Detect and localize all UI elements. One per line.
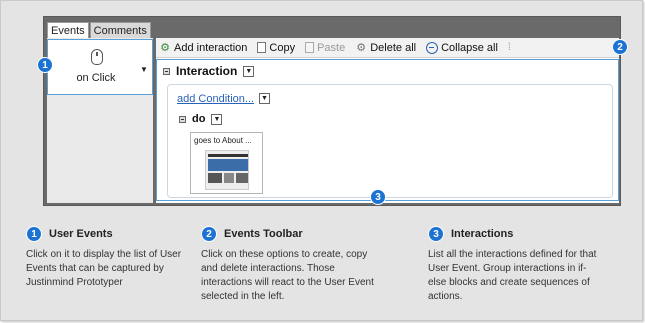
badge-3: 3: [370, 189, 386, 205]
legend-user-events: 1 User Events Click on it to display the…: [26, 226, 181, 290]
legend-desc: Click on these options to create, copy a…: [201, 249, 374, 302]
add-interaction-button[interactable]: ⚙ Add interaction: [159, 42, 247, 54]
interactions-panel: ⚙ Add interaction Copy Paste ⚙ Delete al…: [156, 38, 619, 203]
delete-all-label: Delete all: [370, 41, 417, 54]
collapse-icon: [426, 41, 439, 54]
legend-title: User Events: [49, 228, 113, 240]
action-text: goes to About ...: [194, 136, 252, 145]
copy-button[interactable]: Copy: [257, 42, 295, 54]
do-dropdown-icon[interactable]: ▼: [211, 113, 223, 125]
add-condition-link[interactable]: add Condition...: [177, 93, 254, 105]
events-list-panel: on Click ▼: [47, 38, 153, 203]
interaction-title: Interaction: [176, 64, 238, 78]
delete-all-button[interactable]: ⚙ Delete all: [355, 42, 416, 54]
screen-thumbnail: [205, 150, 249, 190]
badge-1: 1: [37, 57, 53, 73]
interaction-header: Interaction ▼: [163, 64, 255, 78]
events-panel-window: Events Comments on Click ▼ ⚙ Add interac…: [43, 16, 621, 206]
event-label: on Click: [76, 72, 116, 84]
panel-tabs: Events Comments: [47, 22, 152, 39]
copy-icon: [257, 42, 267, 53]
collapse-all-button[interactable]: Collapse all: [426, 41, 498, 54]
add-interaction-label: Add interaction: [174, 41, 248, 54]
toolbar-grip-icon[interactable]: ⁞: [508, 42, 511, 53]
paste-icon: [305, 42, 315, 53]
legend-interactions: 3 Interactions List all the interactions…: [428, 226, 596, 304]
do-collapse-toggle-icon[interactable]: [179, 115, 186, 123]
mouse-icon: [91, 49, 103, 65]
collapse-toggle-icon[interactable]: [163, 67, 170, 75]
condition-dropdown-icon[interactable]: ▼: [259, 93, 270, 104]
paste-button[interactable]: Paste: [305, 42, 345, 54]
legend-badge: 1: [26, 226, 42, 242]
legend-badge: 3: [428, 226, 444, 242]
interaction-area: Interaction ▼ add Condition... ▼ do ▼ go…: [156, 59, 619, 201]
copy-label: Copy: [269, 41, 296, 54]
do-block-header: do ▼: [179, 113, 223, 125]
tutorial-sheet: Events Comments on Click ▼ ⚙ Add interac…: [0, 0, 643, 321]
legend-title: Events Toolbar: [224, 228, 303, 240]
legend-title: Interactions: [451, 228, 514, 240]
collapse-all-label: Collapse all: [441, 41, 498, 54]
gear-add-icon: ⚙: [160, 41, 170, 54]
interaction-dropdown-icon[interactable]: ▼: [243, 65, 255, 77]
tab-comments[interactable]: Comments: [89, 22, 151, 39]
gear-delete-icon: ⚙: [356, 41, 367, 54]
events-toolbar: ⚙ Add interaction Copy Paste ⚙ Delete al…: [156, 38, 619, 58]
tab-events[interactable]: Events: [47, 22, 89, 39]
legend-desc: List all the interactions defined for th…: [428, 249, 597, 302]
badge-2: 2: [612, 39, 628, 55]
event-item-on-click[interactable]: on Click ▼: [47, 39, 153, 95]
interaction-block: add Condition... ▼ do ▼ goes to About ..…: [167, 84, 613, 198]
legend-desc: Click on it to display the list of User …: [26, 249, 182, 288]
legend-events-toolbar: 2 Events Toolbar Click on these options …: [201, 226, 374, 304]
paste-label: Paste: [317, 41, 346, 54]
do-label: do: [192, 113, 206, 125]
dropdown-arrow-icon[interactable]: ▼: [140, 65, 148, 74]
action-card[interactable]: goes to About ...: [190, 132, 263, 194]
legend-badge: 2: [201, 226, 217, 242]
